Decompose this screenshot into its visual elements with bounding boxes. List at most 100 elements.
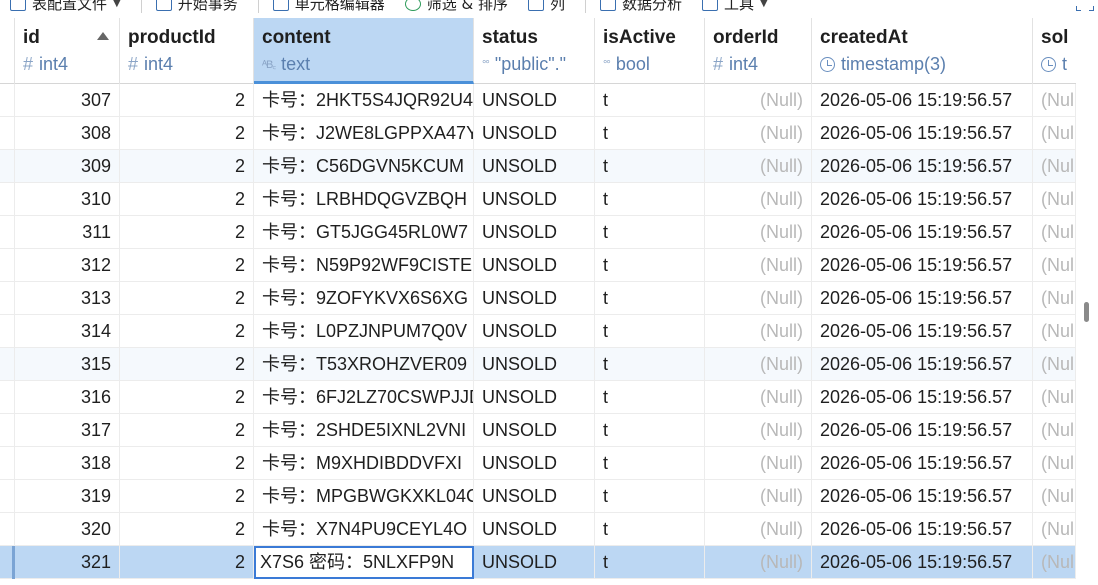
cell-productId[interactable]: 2 — [120, 216, 254, 249]
column-header-orderId[interactable]: orderId # int4 — [705, 18, 812, 84]
cell-status[interactable]: UNSOLD — [474, 183, 595, 216]
cell-id[interactable]: 321 — [15, 546, 120, 579]
cell-status[interactable]: UNSOLD — [474, 117, 595, 150]
cell-orderId[interactable]: (Null) — [705, 546, 812, 579]
cell-content[interactable]: 卡号：X7N4PU9CEYL4O — [254, 513, 474, 546]
cell-status[interactable]: UNSOLD — [474, 216, 595, 249]
table-row[interactable]: 313 2 卡号：9ZOFYKVX6S6XG UNSOLD t (Null) 2… — [0, 282, 1076, 315]
cell-sold[interactable]: (Nul — [1033, 249, 1076, 282]
cell-orderId[interactable]: (Null) — [705, 315, 812, 348]
cell-id[interactable]: 311 — [15, 216, 120, 249]
cell-id[interactable]: 313 — [15, 282, 120, 315]
cell-sold[interactable]: (Nul — [1033, 315, 1076, 348]
cell-orderId[interactable]: (Null) — [705, 480, 812, 513]
column-header-sold[interactable]: sol t — [1033, 18, 1076, 84]
cell-productId[interactable]: 2 — [120, 315, 254, 348]
cell-createdAt[interactable]: 2026-05-06 15:19:56.57 — [812, 282, 1033, 315]
cell-orderId[interactable]: (Null) — [705, 150, 812, 183]
cell-isActive[interactable]: t — [595, 84, 705, 117]
cell-isActive[interactable]: t — [595, 513, 705, 546]
cell-content[interactable]: 卡号：M9XHDIBDDVFXI — [254, 447, 474, 480]
row-gutter[interactable] — [0, 315, 15, 348]
cell-status[interactable]: UNSOLD — [474, 546, 595, 579]
vertical-scrollbar[interactable] — [1076, 18, 1098, 585]
cell-isActive[interactable]: t — [595, 447, 705, 480]
cell-createdAt[interactable]: 2026-05-06 15:19:56.57 — [812, 546, 1033, 579]
cell-status[interactable]: UNSOLD — [474, 315, 595, 348]
table-row[interactable]: 316 2 卡号：6FJ2LZ70CSWPJJD UNSOLD t (Null)… — [0, 381, 1076, 414]
cell-sold[interactable]: (Nul — [1033, 348, 1076, 381]
cell-status[interactable]: UNSOLD — [474, 150, 595, 183]
cell-productId[interactable]: 2 — [120, 249, 254, 282]
table-row[interactable]: 308 2 卡号：J2WE8LGPPXA47Y UNSOLD t (Null) … — [0, 117, 1076, 150]
row-gutter[interactable] — [0, 348, 15, 381]
cell-createdAt[interactable]: 2026-05-06 15:19:56.57 — [812, 414, 1033, 447]
column-header-id[interactable]: id # int4 — [15, 18, 120, 84]
cell-createdAt[interactable]: 2026-05-06 15:19:56.57 — [812, 216, 1033, 249]
table-row-selected[interactable]: 321 2 X7S6 密码：5NLXFP9N UNSOLD t (Null) 2… — [0, 546, 1076, 579]
cell-productId[interactable]: 2 — [120, 513, 254, 546]
cell-createdAt[interactable]: 2026-05-06 15:19:56.57 — [812, 84, 1033, 117]
row-gutter[interactable] — [0, 117, 15, 150]
cell-productId[interactable]: 2 — [120, 447, 254, 480]
cell-content[interactable]: 卡号：6FJ2LZ70CSWPJJD — [254, 381, 474, 414]
cell-content[interactable]: 卡号：GT5JGG45RL0W7 — [254, 216, 474, 249]
cell-sold[interactable]: (Nul — [1033, 150, 1076, 183]
row-gutter[interactable] — [0, 381, 15, 414]
cell-sold[interactable]: (Nul — [1033, 117, 1076, 150]
cell-isActive[interactable]: t — [595, 117, 705, 150]
cell-productId[interactable]: 2 — [120, 117, 254, 150]
cell-status[interactable]: UNSOLD — [474, 513, 595, 546]
column-header-createdAt[interactable]: createdAt timestamp(3) — [812, 18, 1033, 84]
cell-id[interactable]: 317 — [15, 414, 120, 447]
cell-id[interactable]: 319 — [15, 480, 120, 513]
table-row[interactable]: 307 2 卡号：2HKT5S4JQR92U4 UNSOLD t (Null) … — [0, 84, 1076, 117]
cell-productId[interactable]: 2 — [120, 546, 254, 579]
cell-createdAt[interactable]: 2026-05-06 15:19:56.57 — [812, 348, 1033, 381]
row-gutter[interactable] — [0, 513, 15, 546]
cell-createdAt[interactable]: 2026-05-06 15:19:56.57 — [812, 447, 1033, 480]
row-gutter[interactable] — [0, 447, 15, 480]
cell-id[interactable]: 314 — [15, 315, 120, 348]
cell-content[interactable]: 卡号：2SHDE5IXNL2VNI — [254, 414, 474, 447]
cell-isActive[interactable]: t — [595, 546, 705, 579]
table-row[interactable]: 319 2 卡号：MPGBWGKXKL04C UNSOLD t (Null) 2… — [0, 480, 1076, 513]
table-row[interactable]: 317 2 卡号：2SHDE5IXNL2VNI UNSOLD t (Null) … — [0, 414, 1076, 447]
cell-createdAt[interactable]: 2026-05-06 15:19:56.57 — [812, 315, 1033, 348]
table-row[interactable]: 318 2 卡号：M9XHDIBDDVFXI UNSOLD t (Null) 2… — [0, 447, 1076, 480]
cell-productId[interactable]: 2 — [120, 282, 254, 315]
cell-productId[interactable]: 2 — [120, 150, 254, 183]
table-row[interactable]: 311 2 卡号：GT5JGG45RL0W7 UNSOLD t (Null) 2… — [0, 216, 1076, 249]
cell-productId[interactable]: 2 — [120, 348, 254, 381]
cell-content[interactable]: 卡号：L0PZJNPUM7Q0V — [254, 315, 474, 348]
row-gutter[interactable] — [0, 216, 15, 249]
cell-content[interactable]: 卡号：T53XROHZVER09 — [254, 348, 474, 381]
table-row[interactable]: 312 2 卡号：N59P92WF9CISTE UNSOLD t (Null) … — [0, 249, 1076, 282]
cell-id[interactable]: 316 — [15, 381, 120, 414]
cell-content-editor[interactable]: X7S6 密码：5NLXFP9N — [254, 546, 474, 579]
toolbar-begin-transaction[interactable]: 开始事务 — [155, 0, 238, 14]
cell-orderId[interactable]: (Null) — [705, 381, 812, 414]
cell-productId[interactable]: 2 — [120, 183, 254, 216]
cell-id[interactable]: 318 — [15, 447, 120, 480]
row-header-corner[interactable] — [0, 18, 15, 84]
cell-status[interactable]: UNSOLD — [474, 414, 595, 447]
cell-isActive[interactable]: t — [595, 414, 705, 447]
table-row[interactable]: 320 2 卡号：X7N4PU9CEYL4O UNSOLD t (Null) 2… — [0, 513, 1076, 546]
cell-id[interactable]: 310 — [15, 183, 120, 216]
cell-orderId[interactable]: (Null) — [705, 348, 812, 381]
cell-orderId[interactable]: (Null) — [705, 183, 812, 216]
cell-isActive[interactable]: t — [595, 249, 705, 282]
scrollbar-thumb[interactable] — [1084, 302, 1089, 322]
cell-orderId[interactable]: (Null) — [705, 282, 812, 315]
toolbar-data-analysis[interactable]: 数据分析 — [600, 0, 682, 14]
cell-content[interactable]: 卡号：J2WE8LGPPXA47Y — [254, 117, 474, 150]
column-header-status[interactable]: status °° "public"." — [474, 18, 595, 84]
cell-productId[interactable]: 2 — [120, 84, 254, 117]
cell-orderId[interactable]: (Null) — [705, 414, 812, 447]
cell-content[interactable]: 卡号：MPGBWGKXKL04C — [254, 480, 474, 513]
cell-createdAt[interactable]: 2026-05-06 15:19:56.57 — [812, 513, 1033, 546]
cell-status[interactable]: UNSOLD — [474, 282, 595, 315]
cell-status[interactable]: UNSOLD — [474, 84, 595, 117]
cell-sold[interactable]: (Nul — [1033, 216, 1076, 249]
